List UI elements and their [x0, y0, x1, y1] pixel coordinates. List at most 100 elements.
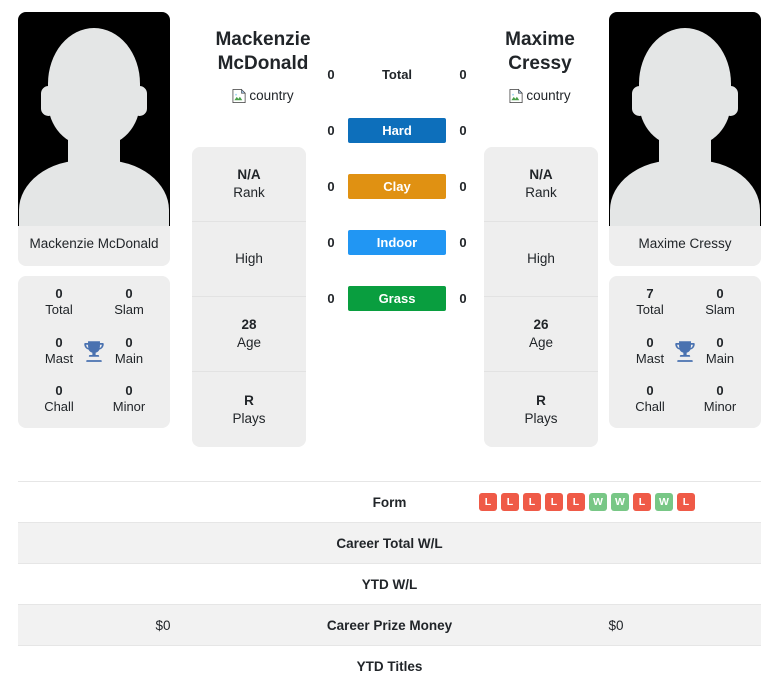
- player-right-avatar-card: Maxime Cressy: [609, 12, 761, 267]
- player-left-info-card: N/A Rank High 28 Age R Plays: [192, 147, 306, 447]
- ytd-titles-right-value: [471, 646, 761, 687]
- player-left-trophy-grid: 0 Total 0 Slam 0 Mast 0 Main 0 Chall 0 M…: [24, 286, 164, 416]
- avatar-silhouette-body: [610, 160, 760, 226]
- trophy-stat-minor-value: 0: [125, 383, 133, 399]
- surface-indoor-left-count: 0: [327, 234, 335, 250]
- info-rank-value: N/A: [529, 167, 553, 183]
- player-left-name-caption: Mackenzie McDonald: [29, 236, 159, 251]
- trophy-stat-minor-label: Minor: [703, 399, 737, 415]
- career-total-wl-left-value: [18, 523, 308, 564]
- player-left-country: country: [188, 88, 338, 104]
- player-right-first-name: Maxime: [505, 29, 575, 50]
- player-right-trophy-grid: 7 Total 0 Slam 0 Mast 0 Main 0 Chall 0 M…: [615, 286, 755, 416]
- trophy-stat-minor: 0 Minor: [685, 383, 755, 416]
- surface-row-indoor: 0 Indoor 0: [322, 228, 472, 256]
- surface-indoor-badge: Indoor: [348, 229, 446, 255]
- surface-row-total: 0 Total 0: [322, 60, 472, 88]
- player-left-last-name: McDonald: [217, 52, 309, 74]
- player-left-column: Mackenzie McDonald 0 Total 0 Slam 0 Mast: [18, 12, 170, 428]
- player-right-trophy-card: 7 Total 0 Slam 0 Mast 0 Main 0 Chall 0 M…: [609, 276, 761, 428]
- info-rank-label: Rank: [233, 185, 265, 200]
- career-total-wl-right-value: [471, 523, 761, 564]
- player-right-country-alt-text: country: [526, 88, 571, 103]
- surface-row-grass: 0 Grass 0: [322, 284, 472, 312]
- info-row-plays: R Plays: [192, 372, 306, 447]
- trophy-stat-total-label: Total: [45, 302, 73, 318]
- surface-clay-left-count: 0: [327, 178, 335, 194]
- surface-hard-badge: Hard: [348, 117, 446, 143]
- career-prize-money-right-value: $0: [608, 617, 624, 633]
- info-row-age: 28 Age: [192, 297, 306, 372]
- trophy-stat-minor-value: 0: [716, 383, 724, 399]
- broken-image-icon: [232, 88, 247, 104]
- form-row-label: Form: [372, 494, 407, 510]
- trophy-stat-slam-value: 0: [125, 286, 133, 302]
- player-right-last-name: Cressy: [508, 52, 572, 74]
- surface-hard-left-count: 0: [327, 122, 335, 138]
- trophy-stat-chall-label: Chall: [44, 399, 74, 415]
- ytd-titles-label: YTD Titles: [356, 658, 423, 674]
- info-row-high: High: [192, 222, 306, 297]
- trophy-stat-chall-value: 0: [646, 383, 654, 399]
- trophy-stat-chall-label: Chall: [635, 399, 665, 415]
- info-age-label: Age: [236, 335, 262, 350]
- player-right-column: Maxime Cressy 7 Total 0 Slam 0 Mast 0 Ma…: [609, 12, 761, 428]
- form-badge-win: W: [655, 493, 673, 511]
- surface-total-badge: Total: [381, 66, 413, 82]
- player-left-heading: Mackenzie McDonald country: [188, 28, 338, 104]
- table-row-form: Form LLLLLWWLWL: [18, 481, 761, 523]
- form-left-cell: [18, 482, 308, 523]
- avatar-silhouette-ear-left: [632, 86, 647, 116]
- trophy-icon: [675, 341, 695, 362]
- surface-total-left-count: 0: [327, 66, 335, 82]
- form-badge-loss: L: [523, 493, 541, 511]
- info-row-plays: R Plays: [484, 372, 598, 447]
- trophy-stat-chall: 0 Chall: [24, 383, 94, 416]
- trophy-stat-total: 7 Total: [615, 286, 685, 319]
- info-row-age: 26 Age: [484, 297, 598, 372]
- info-plays-value: R: [536, 392, 546, 408]
- form-badge-loss: L: [567, 493, 585, 511]
- player-comparison-page: Mackenzie McDonald 0 Total 0 Slam 0 Mast: [0, 0, 779, 699]
- surface-grass-left-count: 0: [327, 290, 335, 306]
- player-left-first-name: Mackenzie: [215, 29, 311, 50]
- trophy-stat-total-value: 7: [646, 286, 654, 302]
- form-right-cell: LLLLLWWLWL: [471, 482, 761, 523]
- info-high-label: High: [235, 251, 263, 267]
- form-badge-loss: L: [479, 493, 497, 511]
- ytd-wl-left-value: [18, 564, 308, 605]
- trophy-icon: [84, 341, 104, 362]
- trophy-stat-total-label: Total: [636, 302, 664, 318]
- form-badge-loss: L: [633, 493, 651, 511]
- player-left-avatar-card: Mackenzie McDonald: [18, 12, 170, 267]
- surface-grass-badge: Grass: [348, 285, 446, 311]
- player-right-name-caption: Maxime Cressy: [638, 236, 732, 251]
- info-rank-label: Rank: [525, 185, 557, 200]
- table-row-ytd-titles: YTD Titles: [18, 645, 761, 687]
- trophy-stat-slam-label: Slam: [705, 302, 735, 318]
- player-right-avatar-image: [609, 12, 761, 226]
- trophy-stat-minor: 0 Minor: [94, 383, 164, 416]
- trophy-stat-total-value: 0: [55, 286, 63, 302]
- form-badge-loss: L: [677, 493, 695, 511]
- surface-total-right-count: 0: [459, 66, 467, 82]
- surface-hard-right-count: 0: [459, 122, 467, 138]
- surface-clay-right-count: 0: [459, 178, 467, 194]
- broken-image-icon: [509, 88, 524, 104]
- info-high-label: High: [527, 251, 555, 267]
- form-badge-loss: L: [545, 493, 563, 511]
- info-plays-label: Plays: [232, 410, 266, 426]
- player-right-heading: Maxime Cressy country: [465, 28, 615, 104]
- comparison-header: Mackenzie McDonald 0 Total 0 Slam 0 Mast: [0, 0, 779, 480]
- career-prize-money-left-value: $0: [155, 617, 171, 633]
- info-age-label: Age: [528, 335, 554, 350]
- surface-row-hard: 0 Hard 0: [322, 116, 472, 144]
- info-plays-value: R: [244, 392, 254, 408]
- player-left-avatar-image: [18, 12, 170, 226]
- form-badge-win: W: [589, 493, 607, 511]
- avatar-silhouette-body: [19, 160, 169, 226]
- career-prize-money-label: Career Prize Money: [326, 617, 453, 633]
- form-badge-loss: L: [501, 493, 519, 511]
- avatar-silhouette-head: [48, 28, 140, 146]
- info-age-value: 26: [533, 317, 549, 333]
